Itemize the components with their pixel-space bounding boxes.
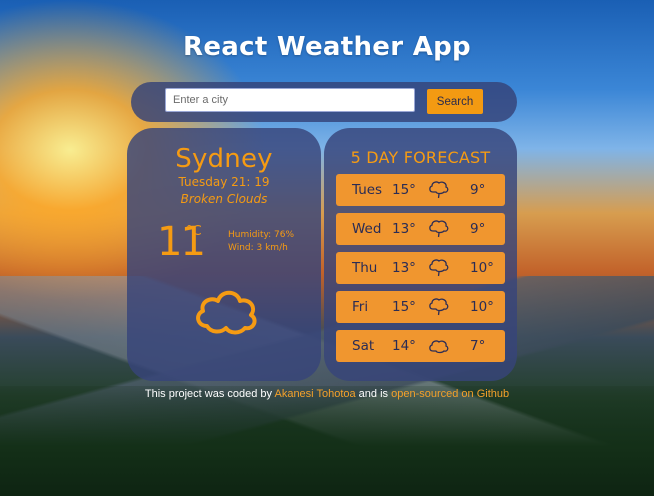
forecast-low: 9°	[470, 182, 486, 198]
forecast-day: Fri	[352, 299, 369, 315]
forecast-high: 13°	[392, 260, 416, 276]
search-bar: Search	[131, 82, 517, 122]
footer-text: and is	[355, 388, 392, 400]
forecast-row: Fri 15° 10°	[336, 291, 505, 323]
footer-text: This project was coded by	[144, 388, 275, 400]
forecast-card: 5 DAY FORECAST Tues 15° 9° Wed 13° 9° Th…	[324, 128, 517, 381]
temperature-row: 11 °C Humidity: 76% Wind: 3 km/h	[127, 218, 321, 268]
footer: This project was coded by Akanesi Tohoto…	[0, 388, 654, 400]
speech-cloud-icon	[429, 259, 449, 277]
forecast-day: Sat	[352, 338, 375, 354]
cloud-icon	[429, 340, 449, 354]
author-link[interactable]: Akanesi Tohotoa	[274, 388, 355, 400]
github-link[interactable]: open-sourced on Github	[391, 388, 509, 400]
city-search-input[interactable]	[165, 88, 415, 112]
forecast-day: Wed	[352, 221, 382, 237]
current-weather-card: Sydney Tuesday 21: 19 Broken Clouds 11 °…	[127, 128, 321, 381]
weather-details: Humidity: 76% Wind: 3 km/h	[228, 229, 294, 255]
forecast-low: 9°	[470, 221, 486, 237]
city-name: Sydney	[175, 144, 273, 174]
speech-cloud-icon	[429, 181, 449, 199]
forecast-high: 14°	[392, 338, 416, 354]
forecast-row: Tues 15° 9°	[336, 174, 505, 206]
forecast-row: Sat 14° 7°	[336, 330, 505, 362]
forecast-low: 7°	[470, 338, 486, 354]
forecast-row: Thu 13° 10°	[336, 252, 505, 284]
app-title: React Weather App	[183, 32, 471, 62]
forecast-day: Thu	[352, 260, 378, 276]
wind-value: Wind: 3 km/h	[228, 243, 288, 253]
cloud-icon	[196, 290, 257, 335]
forecast-title: 5 DAY FORECAST	[350, 148, 491, 167]
search-button[interactable]: Search	[427, 89, 483, 114]
weather-description: Broken Clouds	[180, 192, 268, 206]
forecast-high: 15°	[392, 299, 416, 315]
forecast-low: 10°	[470, 299, 494, 315]
speech-cloud-icon	[429, 220, 449, 238]
current-datetime: Tuesday 21: 19	[178, 175, 270, 189]
background-forest	[0, 386, 654, 496]
forecast-low: 10°	[470, 260, 494, 276]
forecast-day: Tues	[352, 182, 383, 198]
forecast-high: 15°	[392, 182, 416, 198]
forecast-row: Wed 13° 9°	[336, 213, 505, 245]
speech-cloud-icon	[429, 298, 449, 316]
temperature-unit: °C	[186, 224, 202, 239]
forecast-high: 13°	[392, 221, 416, 237]
humidity-value: Humidity: 76%	[228, 230, 295, 240]
